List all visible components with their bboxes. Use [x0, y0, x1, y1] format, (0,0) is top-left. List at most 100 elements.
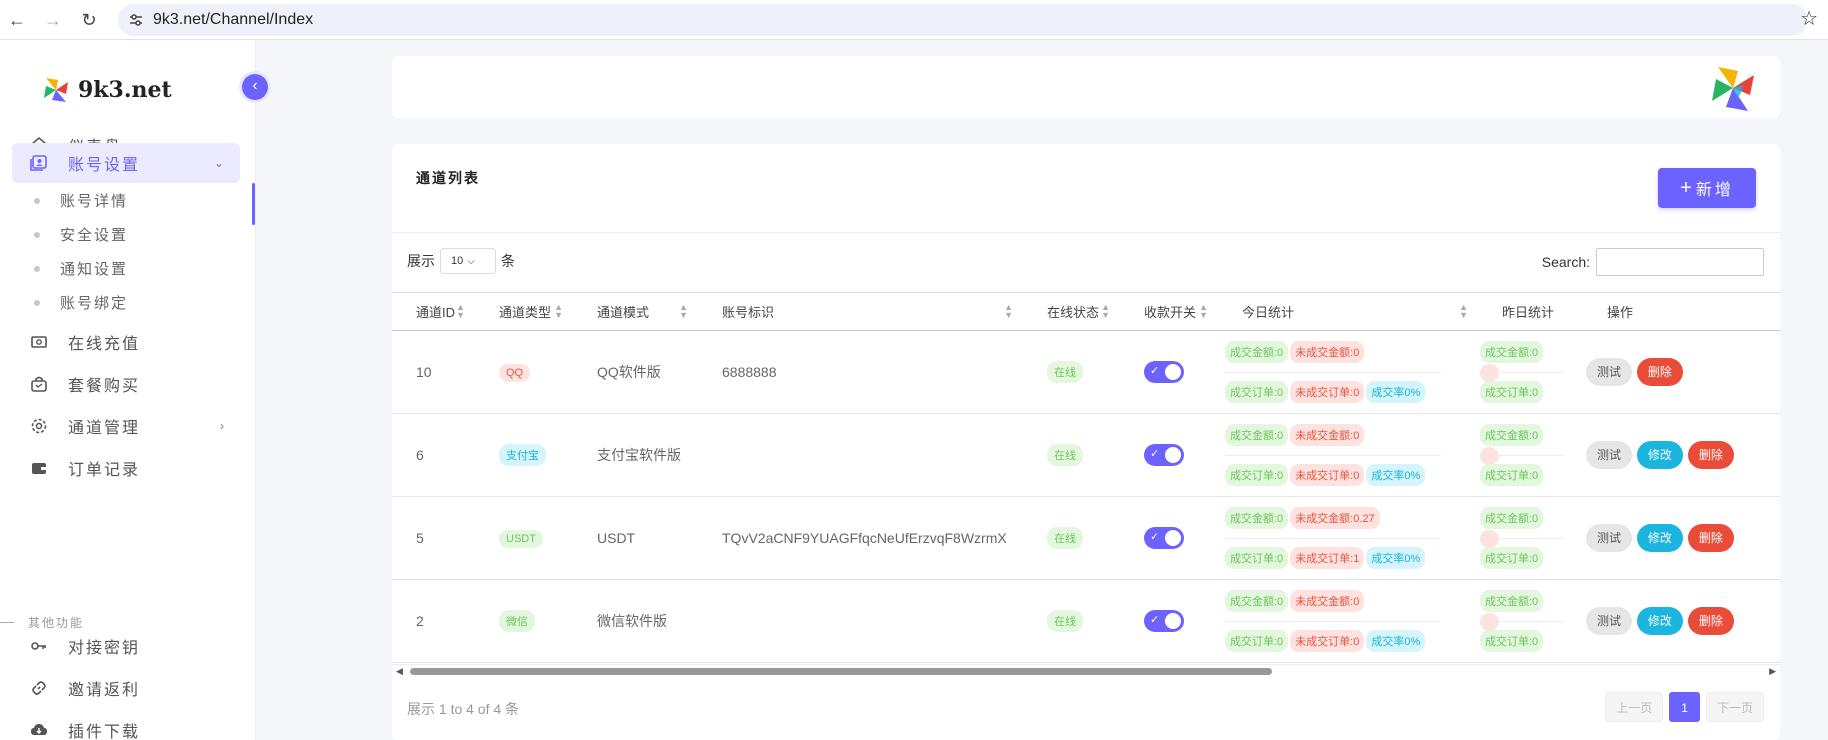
- horizontal-scrollbar[interactable]: ◀ ▶: [392, 664, 1780, 676]
- sidebar-subitem-binding[interactable]: 账号绑定: [34, 292, 128, 313]
- sidebar-subitem-account-details[interactable]: 账号详情: [34, 190, 128, 211]
- sidebar-item-recharge[interactable]: 在线充值: [12, 322, 240, 362]
- scroll-thumb[interactable]: [410, 668, 1272, 675]
- chevron-right-icon: ›: [220, 419, 226, 433]
- sidebar-collapse-button[interactable]: ‹: [242, 74, 268, 100]
- address-bar[interactable]: 9k3.net/Channel/Index: [118, 4, 1808, 36]
- column-header[interactable]: 通道ID ▲ ▼: [392, 292, 475, 331]
- stat-badge: 成交订单:0: [1225, 630, 1289, 652]
- brand-logo[interactable]: 9k3.net: [40, 73, 172, 107]
- payment-toggle[interactable]: ✓: [1144, 361, 1184, 383]
- stat-badge: 成交率0%: [1366, 630, 1426, 652]
- page-1-button[interactable]: 1: [1669, 692, 1700, 722]
- stat-badge: 成交订单:0: [1480, 547, 1544, 569]
- page-size-select[interactable]: 10 ⌵: [440, 248, 496, 274]
- sidebar-item-label: 通道管理: [68, 420, 141, 437]
- sidebar-item-channel-management[interactable]: 通道管理 ›: [12, 406, 240, 446]
- sidebar-item-label: 邀请返利: [68, 682, 141, 699]
- stat-badge: [1480, 613, 1500, 631]
- stat-badge: 成交金额:0: [1225, 341, 1289, 363]
- chevron-left-icon: ‹: [252, 77, 258, 94]
- edit-button[interactable]: 修改: [1636, 607, 1683, 635]
- column-header[interactable]: 收款开关 ▲ ▼: [1120, 292, 1218, 331]
- stat-badge: 成交订单:0: [1225, 547, 1289, 569]
- channel-mode: QQ软件版: [573, 330, 698, 414]
- next-page-button[interactable]: 下一页: [1705, 692, 1764, 722]
- pinwheel-logo-icon: [44, 78, 68, 102]
- sidebar-item-api-key[interactable]: 对接密钥: [12, 626, 240, 666]
- stat-badge: [1480, 447, 1500, 465]
- actions-cell: 测试 修改 删除: [1583, 413, 1780, 497]
- wallet-icon: [28, 457, 50, 479]
- column-header[interactable]: 通道模式 ▲ ▼: [573, 292, 698, 331]
- scroll-right-icon[interactable]: ▶: [1769, 666, 1776, 677]
- test-button[interactable]: 测试: [1586, 524, 1633, 552]
- chevron-down-icon: ⌵: [467, 255, 475, 267]
- test-button[interactable]: 测试: [1586, 607, 1633, 635]
- channel-mode: 支付宝软件版: [573, 413, 698, 497]
- payment-toggle[interactable]: ✓: [1144, 444, 1184, 466]
- delete-button[interactable]: 删除: [1687, 441, 1734, 469]
- actions-cell: 测试 修改 删除: [1583, 579, 1780, 663]
- delete-button[interactable]: 删除: [1636, 358, 1683, 386]
- column-header[interactable]: 今日统计 ▲ ▼: [1218, 292, 1478, 331]
- stat-badge: 未成交订单:0: [1290, 464, 1365, 486]
- pinwheel-logo-icon[interactable]: [1704, 59, 1762, 117]
- sort-icon: ▲ ▼: [1459, 302, 1468, 320]
- today-stats: 成交金额:0 未成交金额:0.27 成交订单:0 未成交订单:1 成交率0%: [1218, 496, 1478, 580]
- download-icon: [28, 719, 50, 740]
- sidebar-item-label: 账号设置: [68, 157, 141, 174]
- edit-button[interactable]: 修改: [1636, 524, 1683, 552]
- column-header[interactable]: 在线状态 ▲ ▼: [1023, 292, 1120, 331]
- stat-badge: 未成交金额:0: [1290, 590, 1365, 612]
- sidebar-item-account-settings[interactable]: 账号设置 ⌄: [12, 143, 240, 183]
- sidebar-item-referral[interactable]: 邀请返利: [12, 668, 240, 708]
- column-header[interactable]: 通道类型 ▲ ▼: [475, 292, 573, 331]
- payment-toggle[interactable]: ✓: [1144, 610, 1184, 632]
- table-row: 5 USDT USDT TQvV2aCNF9YUAGFfqcNeUfErzvqF…: [392, 496, 1780, 580]
- table-row: 10 QQ QQ软件版 6888888 在线 ✓ 成交金额:0 未成交金额:0 成…: [392, 330, 1780, 414]
- column-header[interactable]: 账号标识 ▲ ▼: [698, 292, 1023, 331]
- brand-name: 9k3.net: [78, 77, 172, 103]
- type-badge: QQ: [499, 363, 531, 382]
- forward-icon[interactable]: →: [42, 9, 64, 31]
- search-input[interactable]: [1596, 248, 1764, 276]
- stat-badge: [1480, 530, 1500, 548]
- account-id: 6888888: [698, 330, 1023, 414]
- check-icon: ✓: [1150, 614, 1160, 626]
- account-id: [698, 579, 1023, 663]
- sidebar-item-label: 插件下载: [68, 724, 141, 740]
- status-badge: 在线: [1047, 444, 1083, 466]
- sidebar-subitem-security[interactable]: 安全设置: [34, 224, 128, 245]
- page-size-control: 展示 10 ⌵ 条: [407, 248, 515, 274]
- add-channel-button[interactable]: + 新增: [1658, 168, 1756, 208]
- sidebar-item-orders[interactable]: 订单记录: [12, 448, 240, 488]
- payment-toggle[interactable]: ✓: [1144, 527, 1184, 549]
- delete-button[interactable]: 删除: [1687, 524, 1734, 552]
- table-info: 展示 1 to 4 of 4 条: [407, 701, 520, 717]
- sort-icon: ▲ ▼: [554, 302, 563, 320]
- actions-cell: 测试 删除: [1583, 330, 1780, 414]
- delete-button[interactable]: 删除: [1687, 607, 1734, 635]
- stat-badge: [1480, 364, 1500, 382]
- site-settings-icon[interactable]: [128, 12, 144, 28]
- edit-button[interactable]: 修改: [1636, 441, 1683, 469]
- test-button[interactable]: 测试: [1586, 441, 1633, 469]
- sidebar: 9k3.net 仪表盘 账号设置 ⌄ 账号详情 安全设置 通知设置 账号绑定 在…: [0, 40, 256, 740]
- money-icon: [28, 331, 50, 353]
- stat-badge: 成交率0%: [1366, 547, 1426, 569]
- prev-page-button[interactable]: 上一页: [1605, 692, 1664, 722]
- stat-badge: 成交率0%: [1366, 381, 1426, 403]
- sidebar-item-package[interactable]: 套餐购买: [12, 364, 240, 404]
- scroll-left-icon[interactable]: ◀: [396, 666, 403, 677]
- account-id: [698, 413, 1023, 497]
- sidebar-subitem-notifications[interactable]: 通知设置: [34, 258, 128, 279]
- reload-icon[interactable]: ↻: [78, 9, 100, 31]
- sidebar-item-plugin-download[interactable]: 插件下载: [12, 710, 240, 740]
- stat-badge: 成交金额:0: [1225, 507, 1289, 529]
- back-icon[interactable]: ←: [6, 9, 28, 31]
- test-button[interactable]: 测试: [1586, 358, 1633, 386]
- stat-badge: 未成交金额:0.27: [1290, 507, 1380, 529]
- payment-switch-cell: ✓: [1120, 330, 1218, 414]
- bookmark-star-icon[interactable]: ☆: [1800, 6, 1818, 31]
